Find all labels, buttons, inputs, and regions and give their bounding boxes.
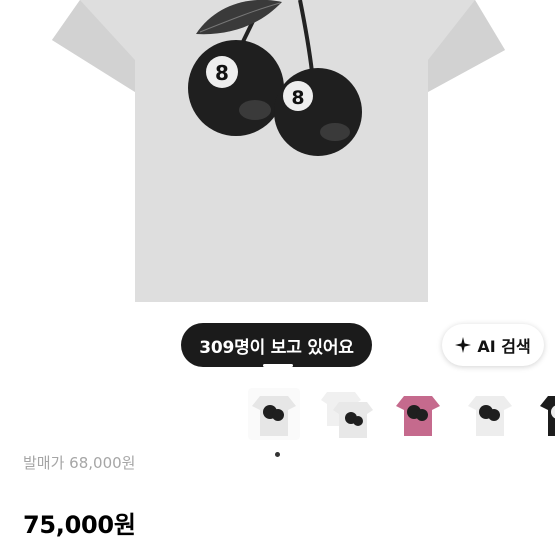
tshirt-thumb-icon [536, 388, 555, 440]
tshirt-image: 8 8 [52, 0, 505, 302]
tshirt-thumb-icon [392, 388, 444, 440]
thumbnail-4[interactable] [464, 388, 516, 440]
thumbnail-1[interactable] [248, 388, 300, 440]
viewer-count-badge: 309명이 보고 있어요 [181, 323, 372, 367]
thumbnail-5[interactable] [536, 388, 555, 440]
sale-price: 75,000원 [23, 511, 136, 539]
thumbnail-3[interactable] [392, 388, 444, 440]
viewer-count-text: 309명이 보고 있어요 [199, 337, 354, 358]
carousel-active-dot [275, 452, 280, 457]
viewer-badge-indicator [263, 364, 293, 367]
tshirt-thumb-icon [464, 388, 516, 440]
product-main-image[interactable]: 8 8 [0, 0, 555, 302]
thumbnail-strip[interactable] [248, 388, 555, 444]
release-price-label: 발매가 68,000원 [23, 454, 136, 472]
svg-text:8: 8 [291, 87, 304, 109]
thumbnail-2[interactable] [321, 388, 373, 440]
svg-text:8: 8 [215, 61, 229, 85]
ai-search-label: AI 검색 [477, 337, 531, 356]
sparkle-icon [455, 337, 472, 353]
tshirt-thumb-icon [248, 388, 300, 440]
tshirt-thumb-icon [321, 388, 373, 440]
ai-search-button[interactable]: AI 검색 [442, 324, 544, 366]
